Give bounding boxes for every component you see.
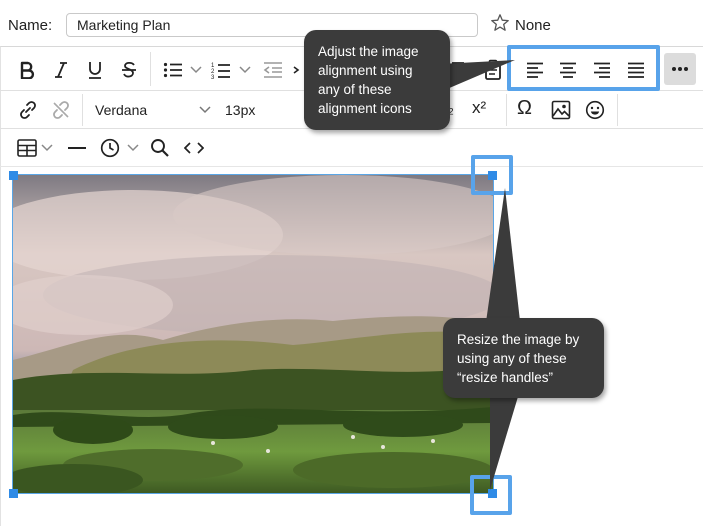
resize-callout: Resize the image by using any of these “… — [443, 318, 604, 398]
alignment-callout: Adjust the image alignment using any of … — [304, 30, 450, 130]
